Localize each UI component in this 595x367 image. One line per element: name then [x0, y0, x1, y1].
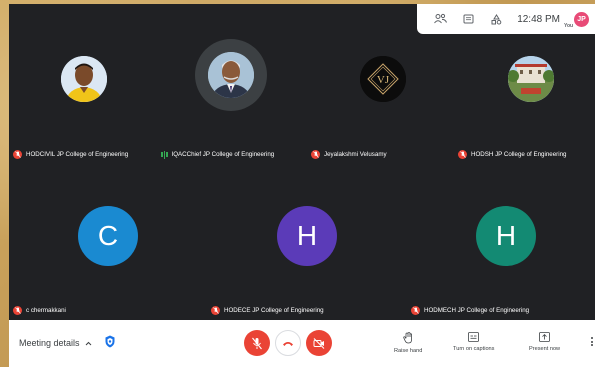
host-controls-shield-icon[interactable]	[105, 335, 115, 353]
participant-avatar: H	[277, 206, 337, 266]
participant-name-row: c chermakkani	[13, 306, 66, 315]
self-avatar[interactable]: JP You	[564, 11, 589, 29]
raise-hand-button[interactable]: Raise hand	[394, 332, 422, 354]
more-options-icon[interactable]	[591, 337, 593, 346]
captions-icon	[468, 332, 480, 342]
leave-call-button[interactable]	[275, 330, 301, 356]
people-icon[interactable]	[433, 12, 447, 26]
participant-name: Jeyalakshmi Velusamy	[324, 151, 387, 158]
participant-name: IQACChief JP College of Engineering	[171, 151, 275, 158]
present-icon	[539, 332, 550, 342]
mic-off-icon	[252, 337, 262, 349]
meet-window: 12:48 PM JP You HODCIVIL JP College of E…	[9, 4, 595, 367]
hand-icon	[403, 332, 413, 344]
participant-name-row: HODECE JP College of Engineering	[211, 306, 324, 315]
participant-name: HODMECH JP College of Engineering	[424, 307, 530, 314]
you-label: You	[564, 22, 574, 29]
top-status-bar: 12:48 PM JP You	[417, 4, 595, 34]
mic-off-icon	[458, 150, 467, 159]
participant-name-row: HODSH JP College of Engineering	[458, 150, 567, 159]
captions-label: Turn on captions	[453, 346, 495, 352]
participant-avatar	[61, 56, 107, 102]
present-now-label: Present now	[529, 346, 561, 352]
participant-name-row: HODCIVIL JP College of Engineering	[13, 150, 128, 159]
chevron-up-icon	[85, 341, 91, 345]
mic-off-icon	[411, 306, 420, 315]
participant-name-row: HODMECH JP College of Engineering	[411, 306, 529, 315]
self-initials: JP	[577, 15, 586, 23]
meeting-details-button[interactable]: Meeting details	[19, 338, 92, 348]
speaking-ring	[195, 39, 267, 111]
participant-name: HODSH JP College of Engineering	[471, 151, 567, 158]
participant-avatar	[508, 56, 554, 102]
participant-avatar: VJ	[360, 56, 406, 102]
logo-vj-text: VJ	[377, 74, 390, 86]
microphone-toggle-button[interactable]	[244, 330, 270, 356]
activities-icon[interactable]	[489, 12, 503, 26]
camera-off-icon	[313, 337, 325, 349]
participant-avatar: H	[476, 206, 536, 266]
participant-name: HODECE JP College of Engineering	[224, 307, 324, 314]
chat-icon[interactable]	[461, 12, 475, 26]
participant-name-row: Jeyalakshmi Velusamy	[311, 150, 387, 159]
mic-off-icon	[13, 150, 22, 159]
avatar-letter: H	[495, 220, 517, 251]
participant-avatar	[208, 52, 254, 98]
participant-name: HODCIVIL JP College of Engineering	[26, 151, 129, 158]
mic-off-icon	[211, 306, 220, 315]
participant-name-row: IQACChief JP College of Engineering	[161, 150, 274, 159]
clock-time: 12:48 PM	[517, 13, 560, 25]
raise-hand-label: Raise hand	[394, 348, 423, 354]
avatar-letter: H	[296, 220, 318, 251]
mic-off-icon	[13, 306, 22, 315]
hang-up-icon	[283, 341, 293, 346]
present-now-button[interactable]: Present now	[529, 332, 560, 352]
mic-off-icon	[311, 150, 320, 159]
camera-toggle-button[interactable]	[306, 330, 332, 356]
participant-name: c chermakkani	[26, 307, 66, 314]
avatar-letter: C	[97, 220, 119, 251]
meeting-details-label: Meeting details	[19, 338, 80, 348]
speaking-indicator-icon	[161, 150, 168, 159]
bottom-control-bar: Meeting details Raise hand Turn on capti…	[9, 320, 595, 367]
participant-avatar: C	[78, 206, 138, 266]
captions-button[interactable]: Turn on captions	[453, 332, 494, 352]
